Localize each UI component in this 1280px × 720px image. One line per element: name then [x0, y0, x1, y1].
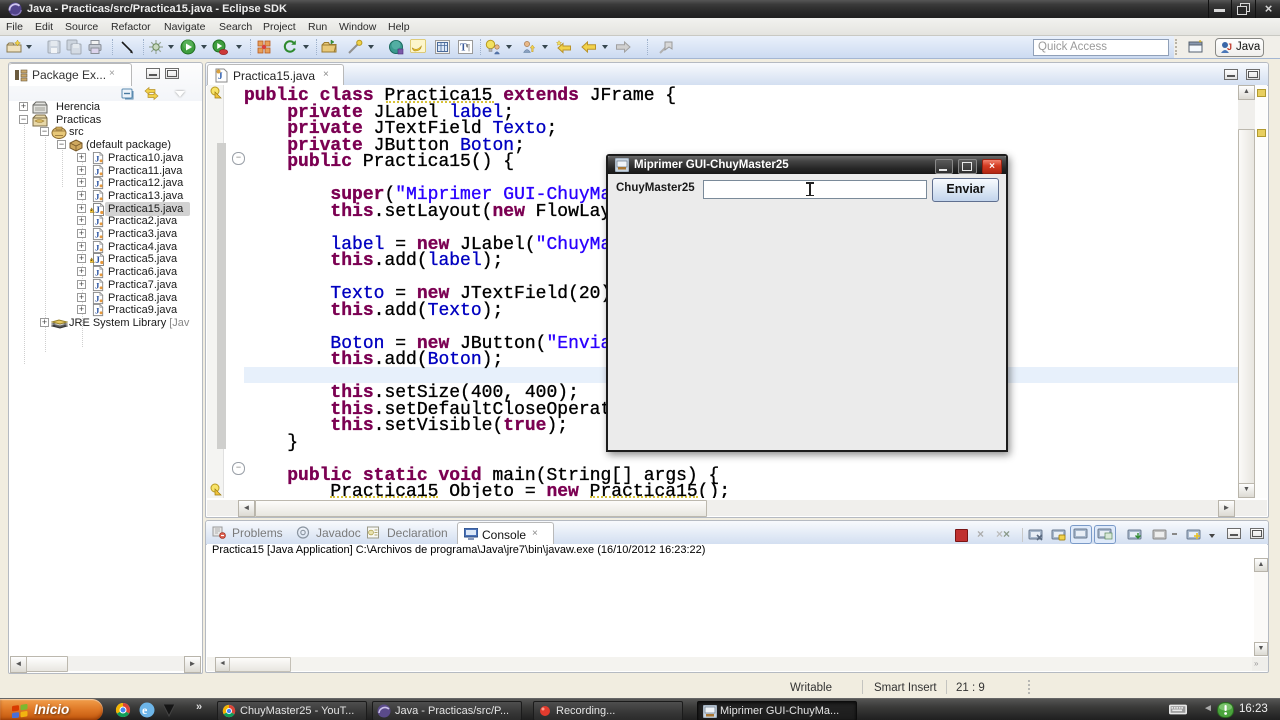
svg-text:e: e — [142, 703, 148, 717]
svg-text:J: J — [1227, 42, 1232, 52]
svg-text:¶: ¶ — [466, 43, 470, 53]
